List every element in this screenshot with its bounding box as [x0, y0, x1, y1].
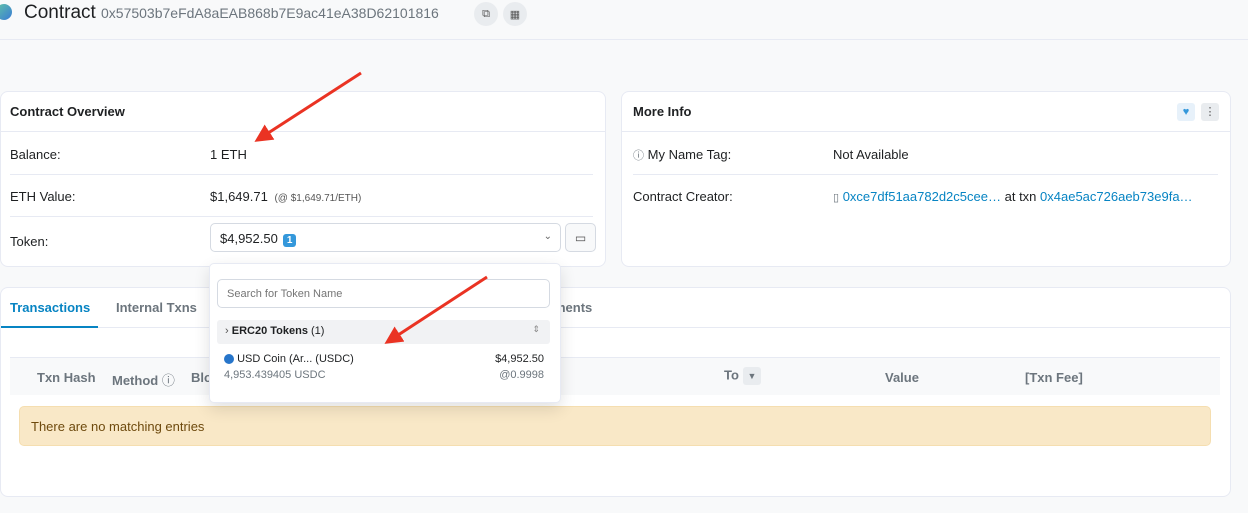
chevron-right-icon: › — [225, 325, 229, 337]
usdc-token-icon — [224, 354, 234, 365]
tab-bar: Transactions Internal Txns ments — [1, 288, 1230, 328]
eth-price-note: (@ $1,649.71/ETH) — [274, 193, 362, 204]
contract-avatar — [0, 4, 12, 20]
col-txn-fee: [Txn Fee] — [1025, 370, 1083, 385]
overview-heading: Contract Overview — [1, 92, 605, 132]
token-rate: @0.9998 — [499, 369, 544, 381]
eth-value-amount: $1,649.71 — [210, 189, 268, 204]
tab-internal-txns[interactable]: Internal Txns — [116, 300, 197, 315]
help-icon: ⓘ — [633, 150, 644, 162]
document-icon: ▯ — [833, 192, 840, 204]
token-dropdown-menu: › ERC20 Tokens (1) ⇕ USD Coin (Ar... (US… — [209, 263, 561, 403]
creator-label: Contract Creator: — [633, 189, 733, 204]
at-txn-text: at txn — [1004, 189, 1037, 204]
token-row: Token: $4,952.50 1 ⌄ ▭ — [10, 217, 596, 267]
name-tag-label-text: My Name Tag: — [647, 147, 732, 162]
erc20-group-count: (1) — [311, 325, 325, 337]
more-options-icon[interactable]: ⋮ — [1201, 103, 1219, 121]
token-amount: 4,953.439405 USDC — [224, 369, 326, 381]
token-item-value: $4,952.50 — [495, 353, 544, 365]
col-to: To ▼ — [724, 367, 761, 385]
contract-address: 0x57503b7eFdA8aEAB868b7E9ac41eA38D621018… — [101, 5, 439, 21]
transactions-card: Transactions Internal Txns ments Txn Has… — [0, 287, 1231, 497]
creator-row: Contract Creator: ▯ 0xce7df51aa782d2c5ce… — [633, 175, 1218, 217]
eth-value-label: ETH Value: — [10, 189, 76, 204]
name-tag-row: ⓘ My Name Tag: Not Available — [633, 133, 1218, 175]
filter-icon[interactable]: ▼ — [742, 367, 761, 385]
token-holdings-dropdown[interactable]: $4,952.50 1 ⌄ — [210, 223, 561, 252]
token-value: $4,952.50 — [220, 231, 278, 246]
info-icon[interactable]: ⓘ — [162, 373, 175, 388]
token-list-item[interactable]: USD Coin (Ar... (USDC) $4,952.50 4,953.4… — [224, 353, 544, 385]
col-value: Value — [885, 370, 919, 385]
tab-transactions[interactable]: Transactions — [10, 300, 90, 315]
more-info-title: More Info — [633, 104, 692, 119]
token-count-badge: 1 — [282, 234, 297, 247]
page-header: Contract 0x57503b7eFdA8aEAB868b7E9ac41eA… — [0, 0, 1248, 40]
erc20-group-label: ERC20 Tokens — [231, 325, 308, 337]
contract-overview-card: Contract Overview Balance: 1 ETH ETH Val… — [0, 91, 606, 267]
token-label: Token: — [10, 234, 49, 249]
col-to-label: To — [724, 367, 739, 383]
chevron-down-icon: ⌄ — [543, 231, 552, 242]
eth-value-row: ETH Value: $1,649.71 (@ $1,649.71/ETH) — [10, 175, 593, 217]
col-method-label: Method — [112, 373, 159, 388]
table-header: Txn Hash Method ⓘ Blo To ▼ Value [Txn Fee… — [10, 357, 1220, 395]
balance-label: Balance: — [10, 147, 61, 162]
eth-value: $1,649.71 (@ $1,649.71/ETH) — [210, 189, 361, 204]
creator-txn-link[interactable]: 0x4ae5ac726aeb73e9fa… — [1040, 189, 1193, 204]
balance-value: 1 ETH — [210, 147, 247, 162]
name-tag-value: Not Available — [833, 147, 909, 162]
token-name: USD Coin (Ar... (USDC) — [237, 353, 354, 365]
heart-icon[interactable]: ♥ — [1177, 103, 1195, 121]
erc20-group-header[interactable]: › ERC20 Tokens (1) ⇕ — [217, 320, 550, 344]
empty-table-alert: There are no matching entries — [19, 406, 1211, 446]
more-info-card: More Info ♥ ⋮ ⓘ My Name Tag: Not Availab… — [621, 91, 1231, 267]
more-info-heading: More Info — [622, 92, 1230, 132]
name-tag-label: ⓘ My Name Tag: — [633, 147, 731, 163]
active-tab-indicator — [1, 326, 98, 328]
creator-address-link[interactable]: 0xce7df51aa782d2c5cee… — [843, 189, 1001, 204]
page-title: Contract — [24, 2, 96, 23]
qr-code-icon[interactable]: ▦ — [503, 2, 527, 26]
col-method: Method ⓘ — [112, 370, 175, 389]
wallet-icon[interactable]: ▭ — [565, 223, 596, 252]
copy-icon[interactable]: ⧉ — [474, 2, 498, 26]
col-txn-hash: Txn Hash — [37, 370, 96, 385]
creator-value: ▯ 0xce7df51aa782d2c5cee… at txn 0x4ae5ac… — [833, 189, 1193, 204]
token-search-input[interactable] — [217, 279, 550, 308]
sort-icon: ⇕ — [532, 324, 540, 334]
balance-row: Balance: 1 ETH — [10, 133, 593, 175]
